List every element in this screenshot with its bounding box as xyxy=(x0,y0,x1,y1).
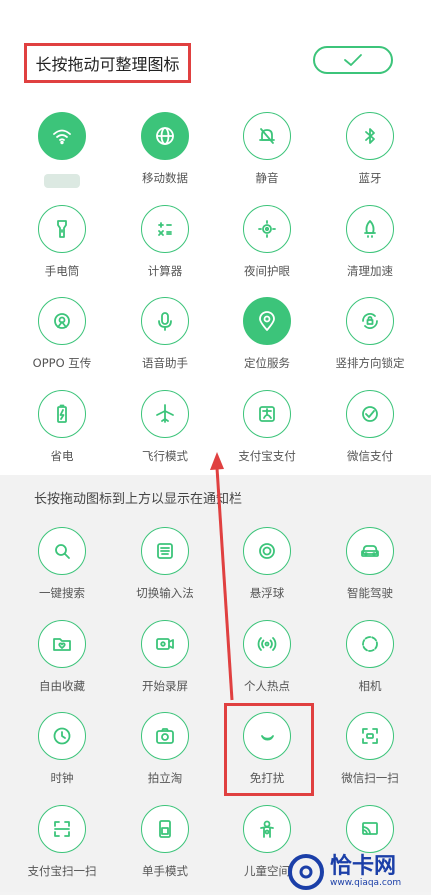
active-tile-15[interactable]: 微信支付 xyxy=(325,390,415,480)
inactive-tile-3[interactable]: 智能驾驶 xyxy=(325,527,415,617)
inactive-tile-11[interactable]: 微信扫一扫 xyxy=(325,712,415,802)
inactive-tile-1[interactable]: 切换输入法 xyxy=(120,527,210,617)
wechat-pay-icon xyxy=(346,390,394,438)
tile-label: 手电筒 xyxy=(44,264,80,278)
active-tile-5[interactable]: 计算器 xyxy=(120,205,210,295)
wifi-icon xyxy=(38,112,86,160)
tile-label: 智能驾驶 xyxy=(347,586,393,600)
eye-sun-icon xyxy=(243,205,291,253)
tile-label: 开始录屏 xyxy=(142,679,188,693)
blurred-label xyxy=(44,174,80,188)
tile-label: 微信支付 xyxy=(347,449,393,463)
tile-label: 夜间护眼 xyxy=(244,264,290,278)
one-hand-icon xyxy=(141,805,189,853)
battery-icon xyxy=(38,390,86,438)
folder-heart-icon xyxy=(38,620,86,668)
tile-label: 切换输入法 xyxy=(136,586,194,600)
tile-label: 自由收藏 xyxy=(39,679,85,693)
active-tile-12[interactable]: 省电 xyxy=(17,390,107,480)
tile-label: 相机 xyxy=(358,679,382,693)
globe-icon xyxy=(141,112,189,160)
tile-label: 单手模式 xyxy=(142,864,188,878)
tile-label: 静音 xyxy=(255,171,279,185)
inactive-section-label: 长按拖动图标到上方以显示在通知栏 xyxy=(34,492,243,507)
tile-label: 一键搜索 xyxy=(39,586,85,600)
watermark-url: www.qiaqa.com xyxy=(330,878,402,888)
child-icon xyxy=(243,805,291,853)
rotation-lock-icon xyxy=(346,297,394,345)
tile-label: 微信扫一扫 xyxy=(341,771,399,785)
tile-label: OPPO 互传 xyxy=(32,356,92,370)
tile-label: 时钟 xyxy=(50,771,74,785)
calculator-icon xyxy=(141,205,189,253)
keyboard-icon xyxy=(141,527,189,575)
tile-label: 移动数据 xyxy=(142,171,188,185)
active-tile-9[interactable]: 语音助手 xyxy=(120,297,210,387)
cast-icon xyxy=(346,805,394,853)
location-icon xyxy=(243,297,291,345)
clock-icon xyxy=(38,712,86,760)
camera-icon xyxy=(141,712,189,760)
active-tile-2[interactable]: 静音 xyxy=(222,112,312,202)
tile-label: 支付宝支付 xyxy=(238,449,296,463)
tile-label: 省电 xyxy=(50,449,74,463)
inactive-tile-7[interactable]: 相机 xyxy=(325,620,415,710)
bell-mute-icon xyxy=(243,112,291,160)
airplane-icon xyxy=(141,390,189,438)
flashlight-icon xyxy=(38,205,86,253)
active-tile-8[interactable]: OPPO 互传 xyxy=(17,297,107,387)
active-tile-14[interactable]: 支付宝支付 xyxy=(222,390,312,480)
active-tile-3[interactable]: 蓝牙 xyxy=(325,112,415,202)
inactive-tile-13[interactable]: 单手模式 xyxy=(120,805,210,895)
watermark-name: 恰卡网 xyxy=(330,854,397,879)
camera-ring-icon xyxy=(346,620,394,668)
tile-label: 个人热点 xyxy=(244,679,290,693)
scan-wechat-icon xyxy=(346,712,394,760)
tile-label: 蓝牙 xyxy=(358,171,382,185)
video-camera-icon xyxy=(141,620,189,668)
watermark-logo-icon xyxy=(288,854,324,890)
search-icon xyxy=(38,527,86,575)
tile-label: 计算器 xyxy=(147,264,183,278)
float-ball-icon xyxy=(243,527,291,575)
page-title-text: 长按拖动可整理图标 xyxy=(35,55,180,74)
inactive-tile-4[interactable]: 自由收藏 xyxy=(17,620,107,710)
share-icon xyxy=(38,297,86,345)
hotspot-icon xyxy=(243,620,291,668)
tile-label: 清理加速 xyxy=(347,264,393,278)
inactive-tile-8[interactable]: 时钟 xyxy=(17,712,107,802)
tile-label: 悬浮球 xyxy=(249,586,285,600)
tile-label: 支付宝扫一扫 xyxy=(27,864,97,878)
microphone-icon xyxy=(141,297,189,345)
active-tile-13[interactable]: 飞行模式 xyxy=(120,390,210,480)
tile-label: 定位服务 xyxy=(244,356,290,370)
active-tile-4[interactable]: 手电筒 xyxy=(17,205,107,295)
page-title: 长按拖动可整理图标 xyxy=(24,43,191,83)
rocket-icon xyxy=(346,205,394,253)
active-tile-6[interactable]: 夜间护眼 xyxy=(222,205,312,295)
alipay-icon xyxy=(243,390,291,438)
inactive-tile-6[interactable]: 个人热点 xyxy=(222,620,312,710)
active-tile-10[interactable]: 定位服务 xyxy=(222,297,312,387)
done-button[interactable] xyxy=(313,46,393,74)
inactive-tile-9[interactable]: 拍立淘 xyxy=(120,712,210,802)
tile-label: 拍立淘 xyxy=(147,771,183,785)
check-icon xyxy=(344,54,362,66)
tile-label: 飞行模式 xyxy=(142,449,188,463)
tile-label: 竖排方向锁定 xyxy=(335,356,405,370)
active-tile-11[interactable]: 竖排方向锁定 xyxy=(325,297,415,387)
inactive-tile-12[interactable]: 支付宝扫一扫 xyxy=(17,805,107,895)
inactive-tile-0[interactable]: 一键搜索 xyxy=(17,527,107,617)
highlight-box xyxy=(224,703,314,796)
car-icon xyxy=(346,527,394,575)
active-tile-0[interactable] xyxy=(17,112,107,202)
scan-icon xyxy=(38,805,86,853)
bluetooth-icon xyxy=(346,112,394,160)
active-tile-7[interactable]: 清理加速 xyxy=(325,205,415,295)
active-tile-1[interactable]: 移动数据 xyxy=(120,112,210,202)
inactive-tile-2[interactable]: 悬浮球 xyxy=(222,527,312,617)
tile-label: 语音助手 xyxy=(142,356,188,370)
watermark: 恰卡网 www.qiaqa.com xyxy=(288,852,431,892)
inactive-tile-5[interactable]: 开始录屏 xyxy=(120,620,210,710)
